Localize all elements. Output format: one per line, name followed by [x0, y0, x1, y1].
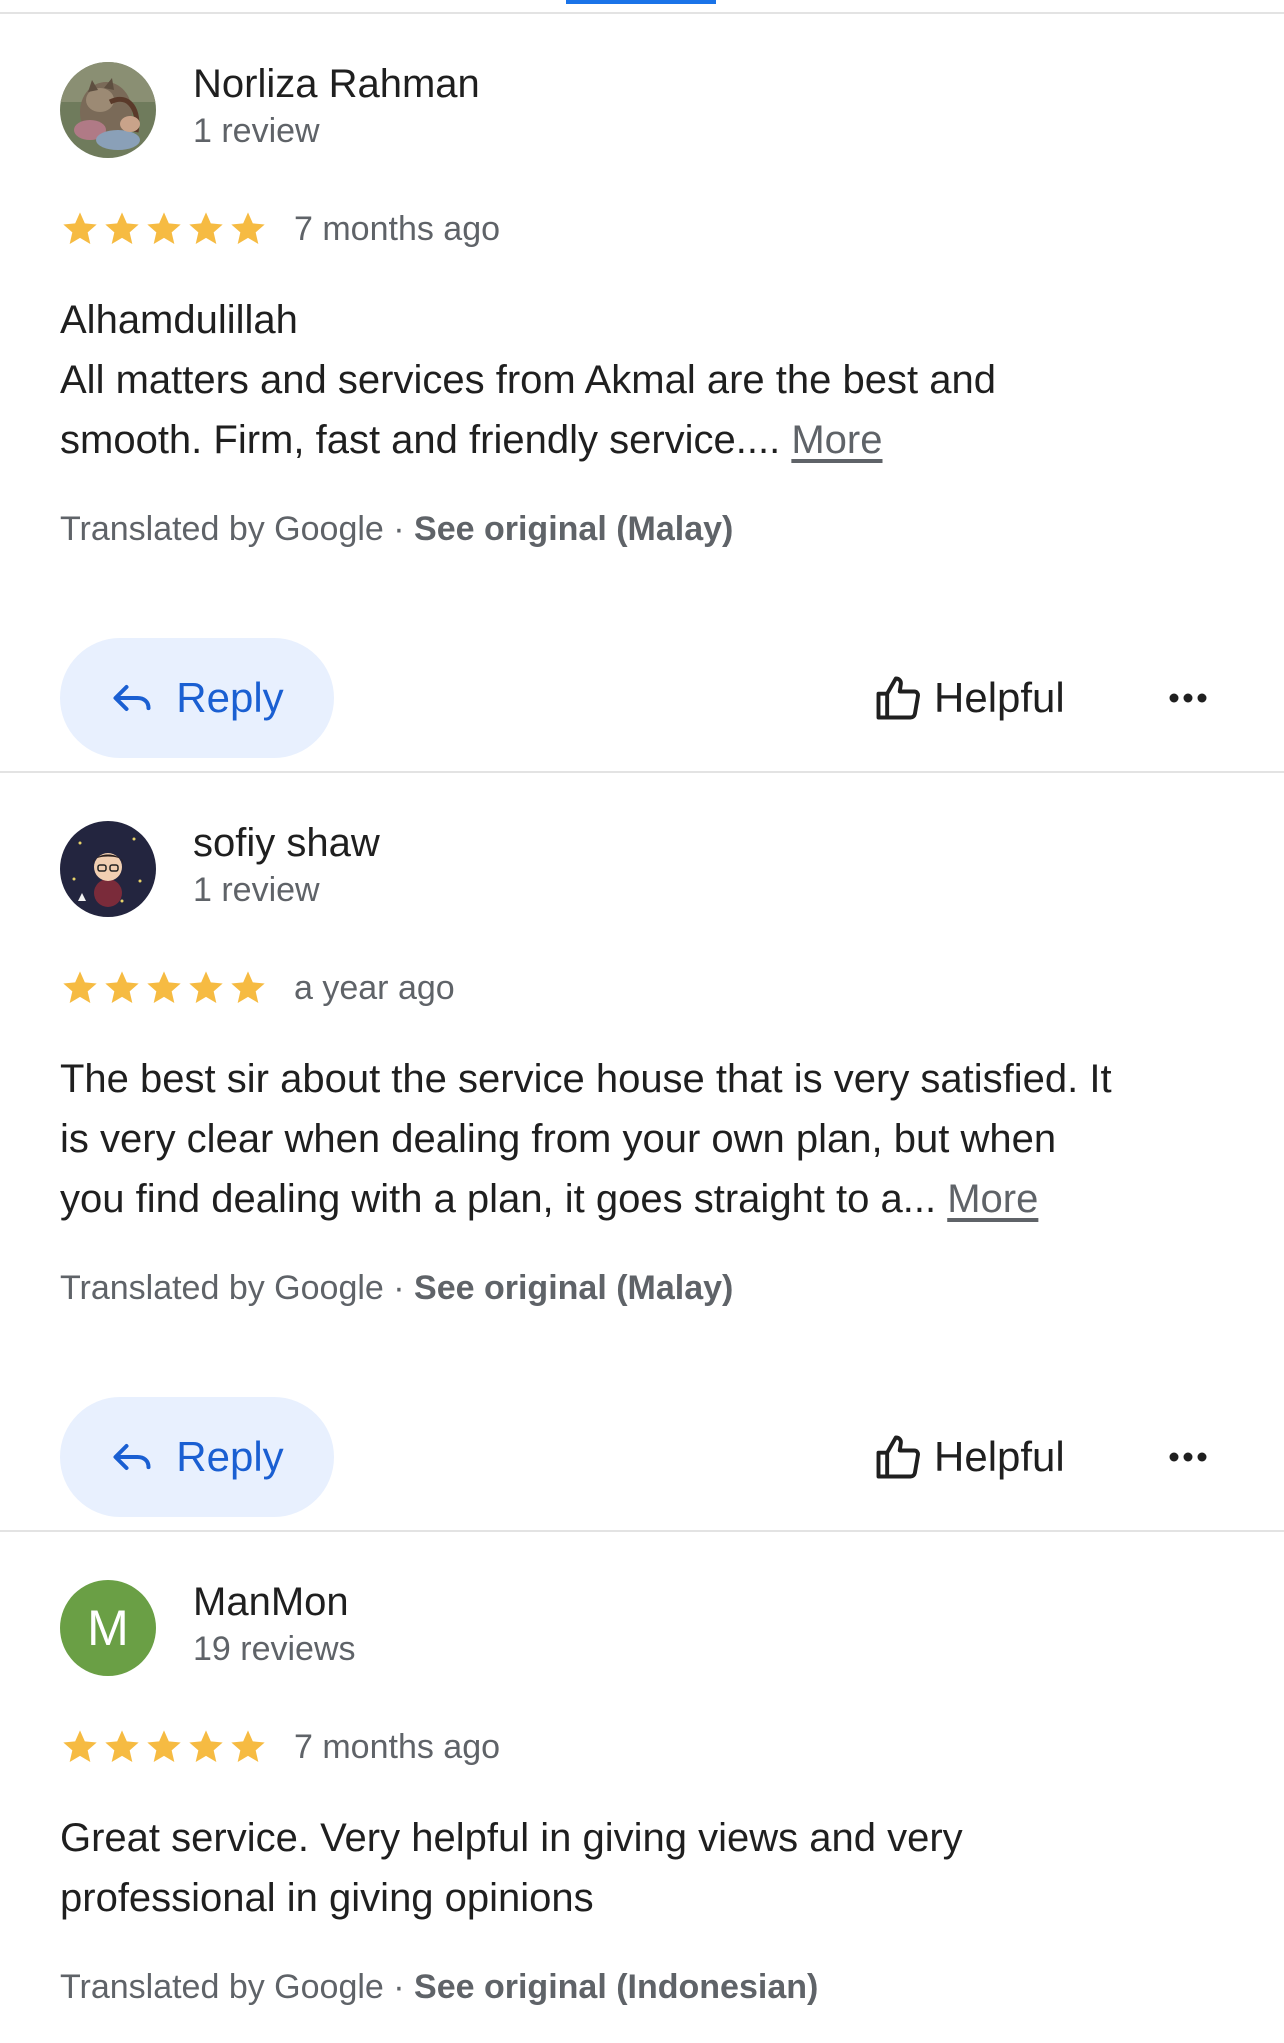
review-card: Norliza Rahman 1 review 7 months ago Alh…	[0, 14, 1284, 773]
helpful-button[interactable]: Helpful	[872, 1421, 1065, 1493]
reply-label: Reply	[176, 1433, 284, 1480]
reviewer-review-count: 1 review	[193, 871, 320, 909]
translated-by-label: Translated by Google ·	[60, 1269, 415, 1307]
star-icon	[147, 971, 181, 1003]
star-rating	[60, 1727, 268, 1767]
review-text-line: The best sir about the service house tha…	[60, 1057, 1112, 1101]
star-icon	[63, 1730, 97, 1762]
star-icon	[189, 971, 223, 1003]
reply-button[interactable]: Reply	[60, 638, 334, 758]
star-icon	[105, 971, 139, 1003]
cat-photo-avatar-icon	[60, 62, 156, 158]
review-text-line: All matters and services from Akmal are …	[60, 358, 996, 402]
reply-arrow-icon	[113, 1443, 151, 1471]
more-horizontal-icon	[1169, 693, 1207, 703]
reviewer-review-count: 19 reviews	[193, 1630, 356, 1668]
reviewer-name[interactable]: ManMon	[193, 1580, 349, 1625]
star-icon	[105, 1730, 139, 1762]
translation-note: Translated by Google · See original (Ind…	[60, 1968, 818, 2007]
reply-button[interactable]: Reply	[60, 1397, 334, 1517]
review-text-line: Great service. Very helpful in giving vi…	[60, 1816, 963, 1860]
helpful-label: Helpful	[934, 1433, 1065, 1480]
thumbs-up-icon	[876, 676, 920, 720]
more-link[interactable]: More	[791, 418, 882, 462]
star-icon	[105, 212, 139, 244]
review-text-line: you find dealing with a plan, it goes st…	[60, 1169, 1230, 1229]
star-rating	[60, 968, 268, 1008]
review-text-line-content: you find dealing with a plan, it goes st…	[60, 1177, 937, 1221]
more-link[interactable]: More	[947, 1177, 1038, 1221]
star-icon	[63, 212, 97, 244]
translation-note: Translated by Google · See original (Mal…	[60, 1269, 733, 1308]
review-text-line: smooth. Firm, fast and friendly service.…	[60, 410, 1230, 470]
review-date: 7 months ago	[294, 1727, 501, 1766]
reviewer-name[interactable]: Norliza Rahman	[193, 62, 480, 107]
more-horizontal-icon	[1169, 1452, 1207, 1462]
star-icon	[63, 971, 97, 1003]
see-original-link[interactable]: See original (Malay)	[414, 510, 733, 548]
star-icon	[231, 212, 265, 244]
review-card: sofiy shaw 1 review a year ago The best …	[0, 773, 1284, 1532]
reviewer-name[interactable]: sofiy shaw	[193, 821, 380, 866]
review-text: Great service. Very helpful in giving vi…	[60, 1808, 1230, 1928]
translated-by-label: Translated by Google ·	[60, 1968, 415, 2006]
review-text: Alhamdulillah All matters and services f…	[60, 290, 1230, 470]
more-options-button[interactable]	[1164, 678, 1212, 718]
translation-note: Translated by Google · See original (Mal…	[60, 510, 733, 549]
reviewer-avatar[interactable]: M	[60, 1580, 156, 1676]
rating-row: 7 months ago	[60, 207, 500, 251]
review-date: 7 months ago	[294, 209, 501, 248]
reply-label: Reply	[176, 674, 284, 721]
review-text-line: Alhamdulillah	[60, 298, 298, 342]
rating-row: a year ago	[60, 966, 455, 1010]
reviewer-review-count: 1 review	[193, 112, 320, 150]
cartoon-character-avatar-icon	[60, 821, 156, 917]
see-original-link[interactable]: See original (Malay)	[414, 1269, 733, 1307]
thumbs-up-icon	[876, 1435, 920, 1479]
star-icon	[189, 212, 223, 244]
star-icon	[147, 1730, 181, 1762]
translated-by-label: Translated by Google ·	[60, 510, 415, 548]
review-card: M ManMon 19 reviews 7 months ago Great s…	[0, 1532, 1284, 2043]
star-icon	[231, 1730, 265, 1762]
review-text: The best sir about the service house tha…	[60, 1049, 1230, 1229]
reply-arrow-icon	[113, 684, 151, 712]
tab-bar	[0, 0, 1284, 14]
review-text-line-content: smooth. Firm, fast and friendly service.…	[60, 418, 781, 462]
more-options-button[interactable]	[1164, 1437, 1212, 1477]
star-rating	[60, 209, 268, 249]
see-original-link[interactable]: See original (Indonesian)	[414, 1968, 818, 2006]
reviewer-avatar[interactable]	[60, 62, 156, 158]
reviewer-avatar[interactable]	[60, 821, 156, 917]
review-text-line: is very clear when dealing from your own…	[60, 1117, 1057, 1161]
active-tab-indicator	[566, 0, 716, 4]
review-date: a year ago	[294, 968, 455, 1007]
star-icon	[189, 1730, 223, 1762]
rating-row: 7 months ago	[60, 1725, 500, 1769]
helpful-label: Helpful	[934, 674, 1065, 721]
star-icon	[147, 212, 181, 244]
review-text-line: professional in giving opinions	[60, 1876, 594, 1920]
star-icon	[231, 971, 265, 1003]
helpful-button[interactable]: Helpful	[872, 662, 1065, 734]
